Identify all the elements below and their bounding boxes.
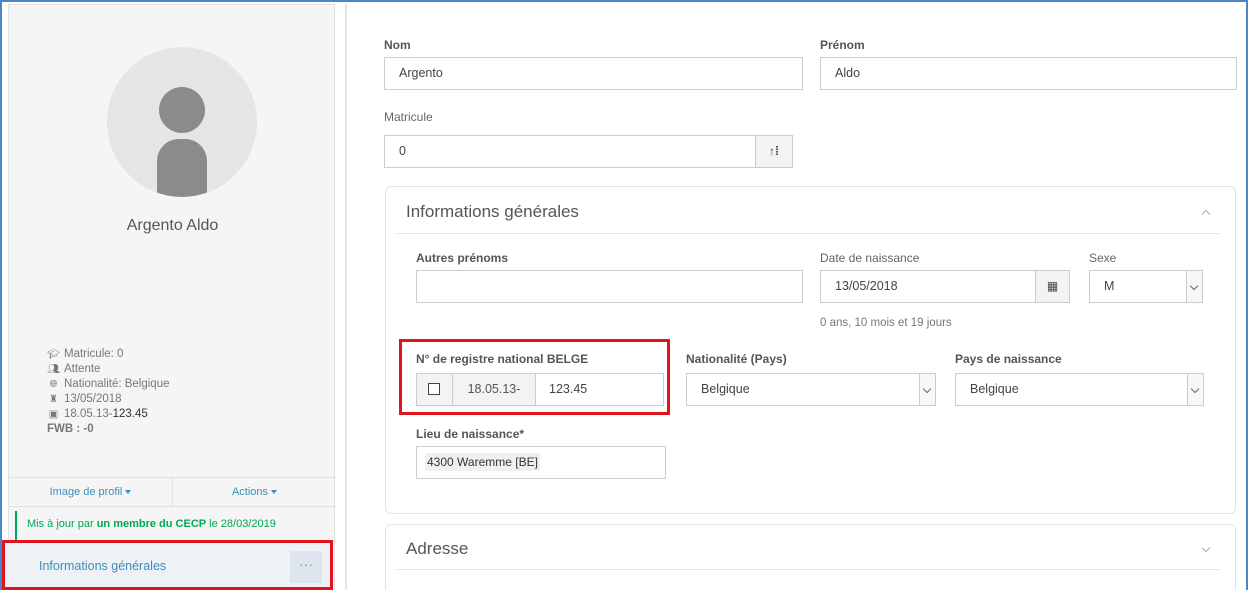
graduation-cap-icon: 🎓︎ xyxy=(47,349,60,360)
lieu-naissance-label: Lieu de naissance* xyxy=(416,427,525,441)
meta-matricule-text: Matricule: 0 xyxy=(64,348,124,360)
lieu-naissance-tag[interactable]: 4300 Waremme [BE] xyxy=(425,453,540,471)
nationalite-label: Nationalité (Pays) xyxy=(686,352,787,366)
sort-numeric-icon: ↑⁞ xyxy=(769,144,779,158)
sidebar-divider xyxy=(345,4,347,590)
sexe-select[interactable]: M xyxy=(1089,270,1203,303)
registre-checkbox[interactable] xyxy=(428,383,440,395)
registre-checkbox-cell xyxy=(417,374,453,405)
age-hint: 0 ans, 10 mois et 19 jours xyxy=(820,317,952,329)
avatar-body-shape xyxy=(157,139,207,197)
adresse-panel[interactable] xyxy=(385,524,1236,590)
users-icon: 👥︎ xyxy=(47,364,60,375)
profile-sidebar: Argento Aldo 🎓︎ Matricule: 0 👥︎ Attente … xyxy=(8,4,336,590)
profile-image-button-label: Image de profil xyxy=(49,486,123,498)
prenom-input[interactable]: Aldo xyxy=(820,57,1237,90)
chevron-down-icon xyxy=(1186,271,1202,302)
registre-prefix: 18.05.13- xyxy=(453,374,536,405)
id-card-icon: ▣ xyxy=(48,409,59,420)
calendar-icon: ▦ xyxy=(1046,279,1059,293)
actions-button[interactable]: Actions xyxy=(173,478,336,506)
general-info-title: Informations générales xyxy=(406,202,579,221)
chevron-down-icon xyxy=(919,374,935,405)
meta-matricule: 🎓︎ Matricule: 0 xyxy=(47,347,170,362)
panel-divider xyxy=(397,569,1220,570)
adresse-title: Adresse xyxy=(406,539,469,558)
nom-input[interactable]: Argento xyxy=(384,57,803,90)
registre-label: N° de registre national BELGE xyxy=(416,352,589,366)
caret-down-icon xyxy=(125,490,132,495)
birthday-cake-icon: ♜ xyxy=(49,394,58,405)
sexe-select-value: M xyxy=(1104,279,1115,293)
registre-input[interactable]: 123.45 xyxy=(536,374,663,405)
nom-label: Nom xyxy=(384,38,411,52)
lieu-naissance-input[interactable]: 4300 Waremme [BE] xyxy=(416,446,666,479)
pays-naissance-label: Pays de naissance xyxy=(955,352,1062,366)
sidebar-item-label: Informations générales xyxy=(39,559,167,573)
meta-registry-prefix: 18.05.13- xyxy=(64,408,113,420)
meta-status: 👥︎ Attente xyxy=(47,362,170,377)
chevron-down-icon xyxy=(1187,374,1203,405)
more-options-icon[interactable]: ··· xyxy=(290,551,322,583)
autres-prenoms-label: Autres prénoms xyxy=(416,251,509,265)
globe-icon: 🌐︎ xyxy=(49,379,58,390)
meta-nationality: 🌐︎ Nationalité: Belgique xyxy=(47,377,170,392)
sidebar-actions: Image de profil Actions xyxy=(9,477,336,507)
update-note-prefix: Mis à jour par xyxy=(27,518,97,530)
meta-status-text: Attente xyxy=(64,363,101,375)
nationalite-select[interactable]: Belgique xyxy=(686,373,936,406)
update-note-suffix: le 28/03/2019 xyxy=(206,518,276,530)
meta-nationality-text: Nationalité: Belgique xyxy=(64,378,170,390)
meta-registry: ▣ 18.05.13-123.45 xyxy=(47,407,170,422)
update-note-author: un membre du CECP xyxy=(96,518,207,530)
meta-registry-suffix: 123.45 xyxy=(112,408,148,420)
registre-input-group: 18.05.13- 123.45 xyxy=(416,373,664,406)
meta-birthdate: ♜ 13/05/2018 xyxy=(47,392,170,407)
date-naissance-label: Date de naissance xyxy=(820,251,920,265)
panel-divider xyxy=(397,233,1220,234)
meta-fwb: FWB : -0 xyxy=(47,423,94,435)
update-note: Mis à jour par un membre du CECP le 28/0… xyxy=(15,511,336,541)
date-naissance-input[interactable]: 13/05/2018 xyxy=(820,270,1036,303)
avatar-head-shape xyxy=(159,87,205,133)
prenom-label: Prénom xyxy=(820,38,865,52)
actions-button-label: Actions xyxy=(231,486,269,498)
sort-numeric-button[interactable]: ↑⁞ xyxy=(755,135,793,168)
sexe-label: Sexe xyxy=(1089,251,1117,265)
meta-birthdate-text: 13/05/2018 xyxy=(64,393,122,405)
pays-naissance-select[interactable]: Belgique xyxy=(955,373,1204,406)
nationalite-select-value: Belgique xyxy=(701,382,750,396)
pays-naissance-select-value: Belgique xyxy=(970,382,1019,396)
profile-name: Argento Aldo xyxy=(126,217,219,234)
sidebar-item-informations-generales[interactable]: Informations générales ··· xyxy=(2,540,333,590)
matricule-input[interactable]: 0 xyxy=(384,135,756,168)
avatar[interactable] xyxy=(107,47,257,197)
calendar-button[interactable]: ▦ xyxy=(1035,270,1070,303)
matricule-label: Matricule xyxy=(384,110,433,124)
caret-down-icon xyxy=(271,490,278,495)
autres-prenoms-input[interactable] xyxy=(416,270,803,303)
profile-image-button[interactable]: Image de profil xyxy=(9,478,173,506)
profile-meta: 🎓︎ Matricule: 0 👥︎ Attente 🌐︎ Nationalit… xyxy=(47,347,170,437)
